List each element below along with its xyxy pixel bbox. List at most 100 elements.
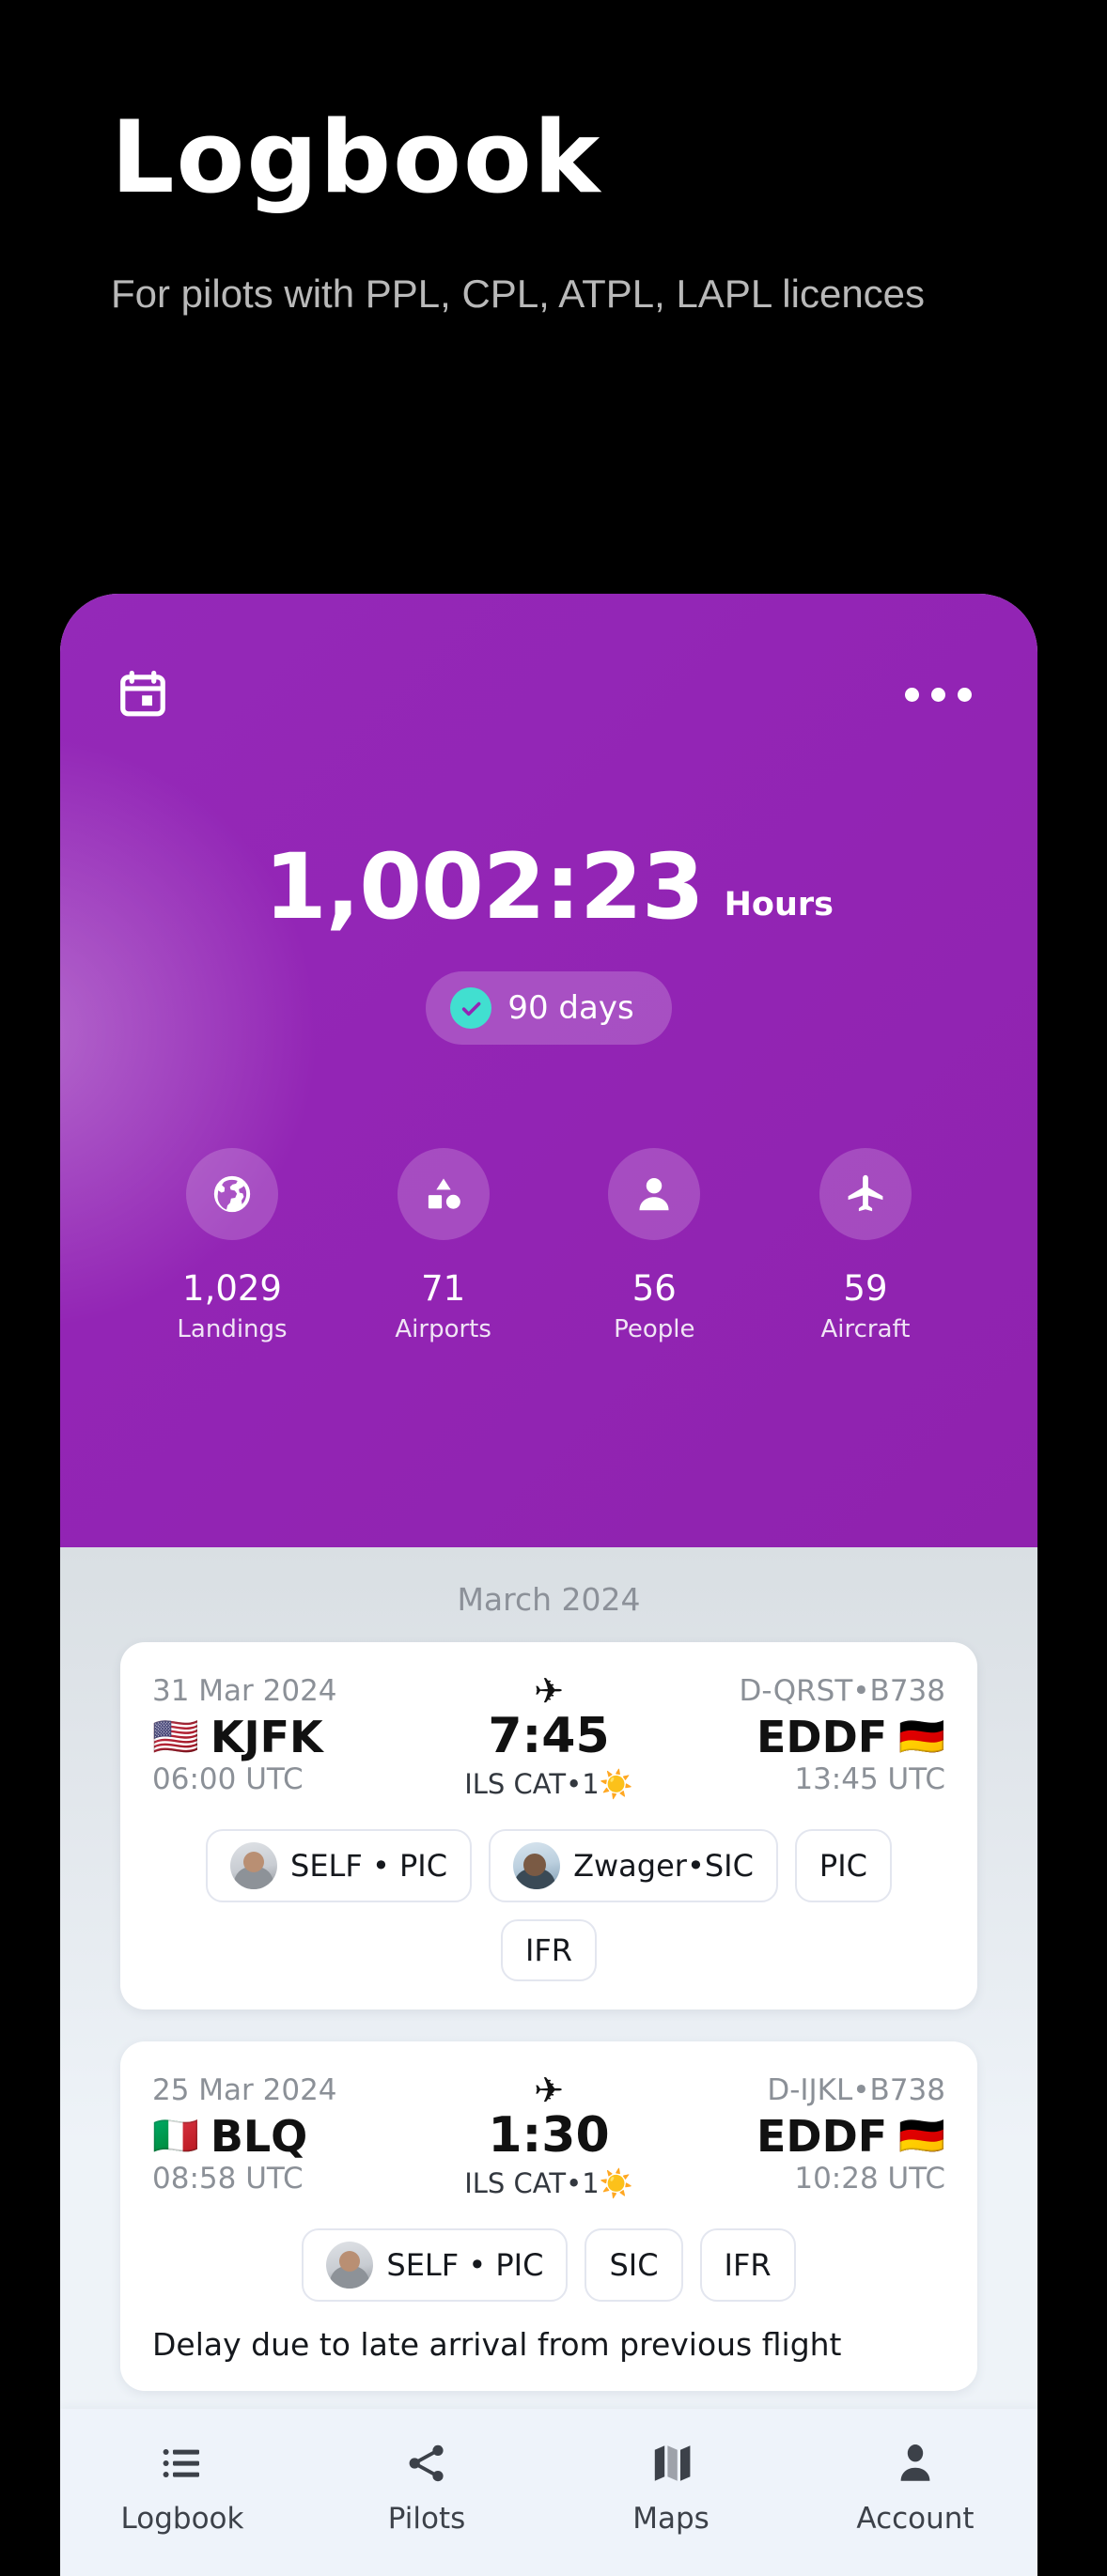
flight-tags: SELF • PIC SIC IFR [152,2228,945,2302]
more-options-icon[interactable] [905,687,979,702]
stat-value: 71 [421,1268,466,1309]
crew-tag-label: Zwager•SIC [573,1848,754,1884]
person-icon [893,2441,938,2486]
departure-block: 25 Mar 2024 🇮🇹 BLQ 08:58 UTC [152,2073,387,2196]
dot [905,687,919,702]
total-hours-value: 1,002:23 [264,834,705,939]
arrival-time: 13:45 UTC [794,1762,945,1796]
departure-time: 08:58 UTC [152,2162,304,2196]
hero-section: Logbook For pilots with PPL, CPL, ATPL, … [0,0,1107,320]
crew-tag[interactable]: SELF • PIC [302,2228,569,2302]
avatar [326,2242,374,2289]
arrival-time: 10:28 UTC [794,2162,945,2196]
stat-label: People [614,1315,695,1343]
app-toolbar [118,594,979,720]
flag-icon: 🇺🇸 [152,1715,199,1759]
departure-code: KJFK [210,1712,323,1762]
period-badge-label: 90 days [507,989,634,1027]
arrival-block: D-IJKL•B738 EDDF 🇩🇪 10:28 UTC [710,2073,945,2196]
flight-date: 25 Mar 2024 [152,2073,337,2107]
flight-tags: SELF • PIC Zwager•SIC PIC IFR [152,1829,945,1981]
phone-mockup: 1,002:23 Hours 90 days 1,029 Landings 71… [60,594,1037,2576]
departure-block: 31 Mar 2024 🇺🇸 KJFK 06:00 UTC [152,1674,387,1796]
flight-summary: 25 Mar 2024 🇮🇹 BLQ 08:58 UTC ✈ 1:30 ILS … [152,2073,945,2200]
total-hours-block: 1,002:23 Hours [118,842,979,932]
crew-tag-label: SELF • PIC [386,2247,544,2283]
list-icon [160,2441,205,2486]
flight-date: 31 Mar 2024 [152,1674,337,1708]
nav-label: Pilots [387,2502,466,2536]
departure-airport: 🇮🇹 BLQ [152,2111,387,2162]
arrival-airport: EDDF 🇩🇪 [710,2111,945,2162]
avatar [230,1842,278,1889]
departure-airport: 🇺🇸 KJFK [152,1712,387,1762]
stat-label: Airports [395,1315,491,1343]
role-tag[interactable]: SIC [585,2228,683,2302]
role-tag[interactable]: PIC [794,1829,892,1902]
share-icon [404,2441,449,2486]
crew-tag[interactable]: Zwager•SIC [489,1829,778,1902]
page-title: Logbook [111,100,602,215]
stat-landings[interactable]: 1,029 Landings [143,1148,321,1343]
flight-center-block: ✈ 1:30 ILS CAT•1☀️ [387,2073,710,2200]
flight-duration: 1:30 [488,2107,610,2164]
stat-airports[interactable]: 71 Airports [354,1148,533,1343]
airplane-icon: ✈ [534,1672,564,1712]
avatar [513,1842,561,1889]
flight-duration: 7:45 [488,1708,610,1764]
calendar-icon[interactable] [118,669,167,720]
flight-summary: 31 Mar 2024 🇺🇸 KJFK 06:00 UTC ✈ 7:45 ILS… [152,1674,945,1801]
nav-item-maps[interactable]: Maps [549,2441,793,2536]
aircraft-registration: D-QRST•B738 [739,1674,945,1708]
globe-icon [186,1148,278,1240]
approach-type: ILS CAT•1☀️ [464,1768,633,1800]
arrival-block: D-QRST•B738 EDDF 🇩🇪 13:45 UTC [710,1674,945,1796]
app-header: 1,002:23 Hours 90 days 1,029 Landings 71… [60,594,1037,1547]
rules-tag[interactable]: IFR [500,1919,598,1981]
nav-item-pilots[interactable]: Pilots [304,2441,549,2536]
stat-label: Landings [177,1315,288,1343]
flight-center-block: ✈ 7:45 ILS CAT•1☀️ [387,1674,710,1801]
nav-label: Logbook [120,2502,244,2536]
nav-label: Maps [632,2502,709,2536]
nav-label: Account [856,2502,974,2536]
crew-tag-label: SELF • PIC [290,1848,448,1884]
flight-card[interactable]: 25 Mar 2024 🇮🇹 BLQ 08:58 UTC ✈ 1:30 ILS … [120,2041,977,2391]
approach-type: ILS CAT•1☀️ [464,2167,633,2199]
stat-value: 1,029 [182,1268,282,1309]
period-badge-row: 90 days [118,971,979,1045]
nav-item-account[interactable]: Account [793,2441,1037,2536]
stats-row: 1,029 Landings 71 Airports 56 People 59 … [118,1148,979,1343]
dot [958,687,972,702]
stat-value: 59 [843,1268,888,1309]
stat-label: Aircraft [820,1315,911,1343]
stat-aircraft[interactable]: 59 Aircraft [776,1148,955,1343]
page-subtitle: For pilots with PPL, CPL, ATPL, LAPL lic… [111,272,926,317]
total-hours-label: Hours [724,886,834,923]
flight-note: Delay due to late arrival from previous … [152,2326,842,2363]
departure-time: 06:00 UTC [152,1762,304,1796]
nav-item-logbook[interactable]: Logbook [60,2441,304,2536]
airplane-icon: ✈ [534,2072,564,2111]
dot [931,687,945,702]
rules-tag[interactable]: IFR [699,2228,796,2302]
month-header: March 2024 [457,1581,641,1618]
departure-code: BLQ [210,2111,308,2162]
bottom-navigation: Logbook Pilots Maps Account [60,2409,1037,2576]
arrival-code: EDDF [756,1712,888,1762]
stat-value: 56 [631,1268,677,1309]
person-icon [608,1148,701,1240]
arrival-code: EDDF [756,2111,888,2162]
crew-tag[interactable]: SELF • PIC [206,1829,473,1902]
flag-icon: 🇩🇪 [898,2115,945,2158]
flag-icon: 🇩🇪 [898,1715,945,1759]
period-filter-badge[interactable]: 90 days [426,971,672,1045]
stat-people[interactable]: 56 People [565,1148,743,1343]
airplane-icon [819,1148,912,1240]
flight-card[interactable]: 31 Mar 2024 🇺🇸 KJFK 06:00 UTC ✈ 7:45 ILS… [120,1642,977,2010]
aircraft-registration: D-IJKL•B738 [767,2073,945,2107]
check-circle-icon [450,987,492,1029]
flag-icon: 🇮🇹 [152,2115,199,2158]
shapes-icon [397,1148,490,1240]
map-icon [648,2441,694,2486]
